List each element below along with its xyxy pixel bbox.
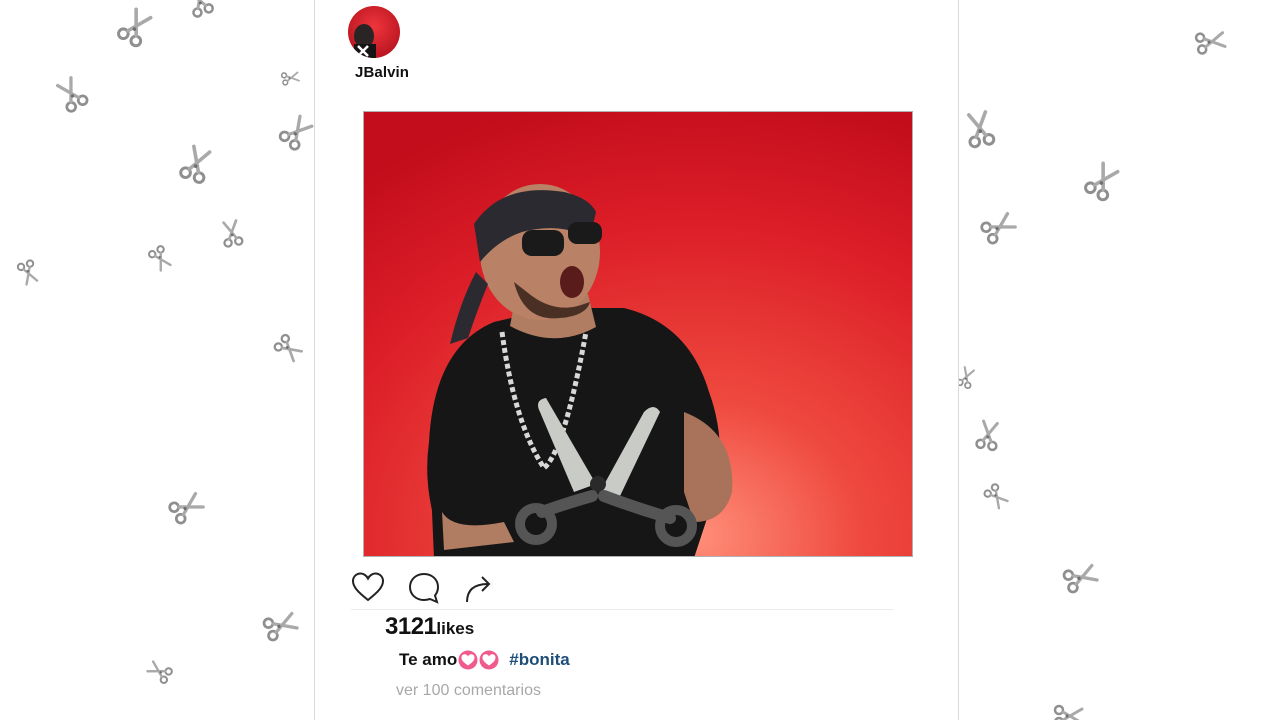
heart-emoji: [479, 650, 499, 670]
likes-number: 3121: [385, 613, 437, 640]
caption-text: Te amo: [399, 650, 458, 669]
video-frame: JBalvin 3121likes Te amo #bonita ver 100…: [0, 0, 1280, 720]
heart-outline-icon: [351, 572, 385, 602]
avatar[interactable]: [348, 6, 400, 58]
share-button[interactable]: [462, 571, 496, 605]
like-button[interactable]: [351, 571, 385, 605]
share-arrow-icon: [466, 576, 491, 603]
likes-label: likes: [436, 619, 475, 638]
divider: [351, 609, 894, 610]
instagram-post-card: JBalvin 3121likes Te amo #bonita ver 100…: [314, 0, 959, 720]
view-comments-link[interactable]: ver 100 comentarios: [396, 682, 541, 700]
hashtag-link[interactable]: #bonita: [509, 650, 569, 670]
heart-emoji: [458, 650, 478, 670]
avatar-image: [348, 6, 400, 58]
likes-count[interactable]: 3121likes: [385, 613, 474, 641]
post-actions: [351, 571, 511, 605]
post-photo: [364, 112, 912, 556]
speech-bubble-icon: [408, 572, 440, 604]
post-image[interactable]: [363, 111, 913, 557]
caption: Te amo #bonita: [399, 650, 570, 670]
username[interactable]: JBalvin: [355, 64, 409, 81]
comment-button[interactable]: [407, 571, 441, 605]
